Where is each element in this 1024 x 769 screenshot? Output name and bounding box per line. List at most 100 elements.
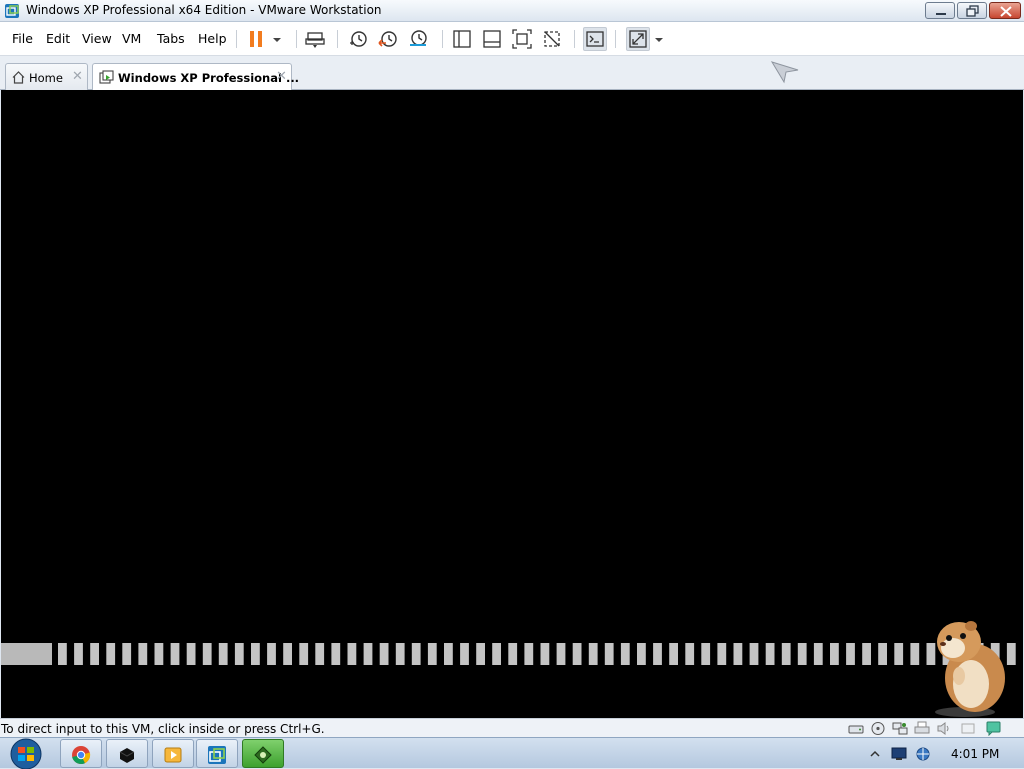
progress-segment (218, 643, 228, 665)
app-taskbar-button[interactable] (106, 739, 148, 768)
toolbar-separator (337, 30, 338, 48)
progress-segment (186, 643, 196, 665)
menu-edit[interactable]: Edit (46, 31, 70, 46)
monitor-icon[interactable] (891, 746, 907, 762)
progress-segment (588, 643, 598, 665)
restore-button[interactable] (957, 2, 987, 19)
network-icon[interactable] (892, 721, 908, 736)
start-button[interactable] (4, 738, 48, 769)
progress-segment (540, 643, 550, 665)
tab-vm[interactable]: Windows XP Professional ... ✕ (92, 63, 299, 91)
hard-disk-icon[interactable] (848, 721, 864, 736)
vmware-icon (208, 746, 226, 764)
progress-segment (813, 643, 823, 665)
vm-console[interactable] (1, 90, 1023, 718)
snapshot-icon[interactable] (348, 29, 368, 49)
minimize-icon (936, 13, 946, 15)
vmware-icon (5, 4, 19, 18)
progress-segment (637, 643, 646, 665)
dropdown-arrow-icon[interactable] (652, 29, 666, 49)
pause-icon[interactable] (246, 29, 266, 49)
window-icon (961, 723, 975, 734)
menu-help[interactable]: Help (198, 31, 227, 46)
printer-icon[interactable] (914, 721, 930, 736)
progress-segment (106, 643, 116, 665)
restore-icon (966, 5, 979, 17)
cd-dvd-icon[interactable] (870, 721, 886, 736)
tab-home[interactable]: Home ✕ (5, 63, 88, 90)
green-app-icon (254, 746, 272, 764)
progress-segment (781, 643, 791, 665)
menu-file[interactable]: File (12, 31, 33, 46)
toolbar-separator (296, 30, 297, 48)
progress-segment (733, 643, 743, 665)
chrome-taskbar-button[interactable] (60, 739, 102, 768)
home-icon (12, 71, 25, 84)
progress-segment (234, 643, 244, 665)
progress-segment (267, 643, 276, 665)
tab-vm-label: Windows XP Professional ... (118, 71, 300, 85)
menu-view[interactable]: View (82, 31, 112, 46)
progress-segment (556, 643, 566, 665)
progress-segment (717, 643, 727, 665)
window-title: Windows XP Professional x64 Edition - VM… (26, 3, 382, 17)
hamster-mascot (935, 621, 1005, 717)
dropdown-arrow-icon[interactable] (270, 29, 284, 49)
progress-segment (395, 643, 405, 665)
console-view-button[interactable] (583, 27, 607, 51)
snapshot-manager-icon[interactable] (408, 29, 428, 49)
progress-segment (862, 643, 871, 665)
progress-segment (444, 643, 453, 665)
close-icon (1000, 6, 1012, 17)
taskbar: 4:01 PM (0, 737, 1024, 769)
progress-segment (379, 643, 389, 665)
progress-segment (347, 643, 357, 665)
progress-segment (524, 643, 534, 665)
sound-icon[interactable] (936, 721, 952, 736)
close-icon[interactable]: ✕ (276, 69, 287, 84)
send-ctrl-alt-del-icon[interactable] (305, 29, 325, 49)
progress-segment (411, 643, 421, 665)
progress-segment (878, 643, 887, 665)
progress-segment (701, 643, 711, 665)
green-app-taskbar-button[interactable] (242, 739, 284, 768)
show-library-icon[interactable] (452, 29, 472, 49)
progress-lead-block (1, 643, 52, 665)
title-bar[interactable]: Windows XP Professional x64 Edition - VM… (0, 0, 1024, 22)
progress-segment (894, 643, 904, 665)
progress-segment (315, 643, 325, 665)
show-hidden-icons-arrow[interactable] (870, 749, 880, 759)
status-message: To direct input to this VM, click inside… (1, 722, 325, 736)
media-player-icon (164, 747, 182, 763)
progress-segment (202, 643, 212, 665)
progress-segment (572, 643, 582, 665)
menu-vm[interactable]: VM (122, 31, 141, 46)
progress-segment (910, 643, 920, 665)
full-screen-icon[interactable] (512, 29, 532, 49)
media-player-taskbar-button[interactable] (152, 739, 194, 768)
thumbnail-bar-icon[interactable] (482, 29, 502, 49)
progress-segment (427, 643, 437, 665)
toolbar-separator (442, 30, 443, 48)
vm-tab-icon (99, 70, 114, 84)
network-tray-icon[interactable] (915, 746, 931, 762)
stretch-guest-button[interactable] (626, 27, 650, 51)
progress-segment (283, 643, 292, 665)
toolbar-separator (574, 30, 575, 48)
revert-snapshot-icon[interactable] (378, 29, 398, 49)
progress-segment (460, 643, 469, 665)
unity-icon[interactable] (542, 29, 562, 49)
progress-segment (58, 643, 67, 665)
menu-tabs[interactable]: Tabs (157, 31, 185, 46)
clock[interactable]: 4:01 PM (951, 747, 999, 761)
vmware-taskbar-button[interactable] (196, 739, 238, 768)
black-cube-icon (119, 748, 135, 763)
close-window-button[interactable] (989, 2, 1021, 19)
message-icon[interactable] (986, 721, 1002, 736)
progress-segment (74, 643, 83, 665)
progress-segment (122, 643, 132, 665)
progress-segment (653, 643, 662, 665)
minimize-button[interactable] (925, 2, 955, 19)
toolbar-separator (615, 30, 616, 48)
close-icon[interactable]: ✕ (72, 69, 83, 84)
